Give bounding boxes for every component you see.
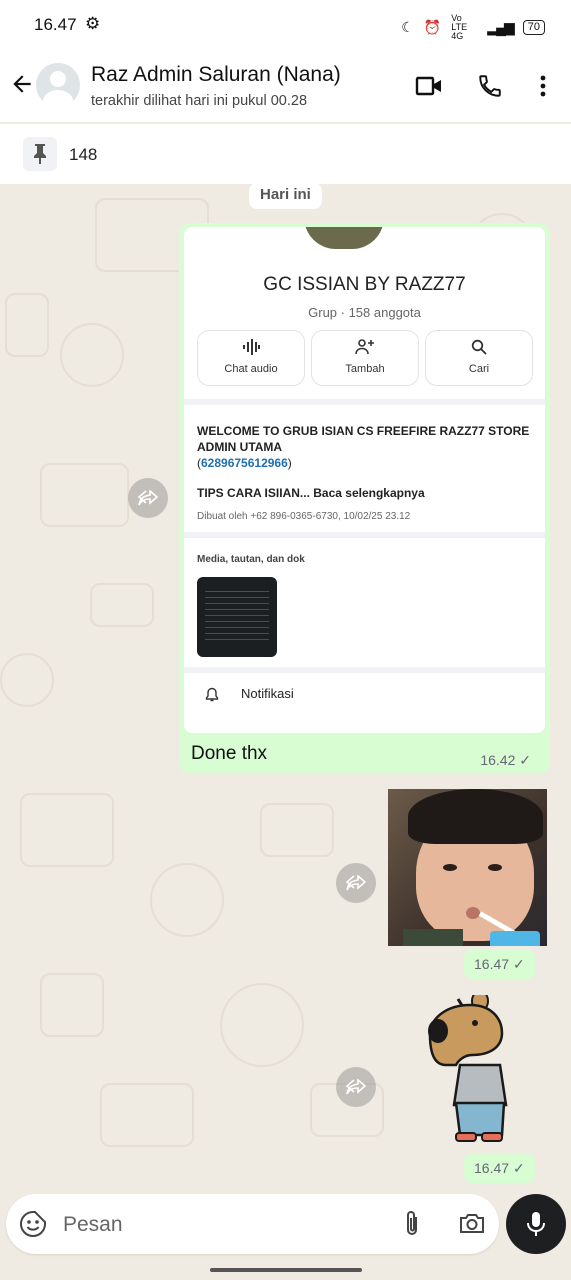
wallpaper-doodle [260,803,334,857]
message-time: 16.42 ✓ [480,752,531,769]
forward-icon[interactable] [336,1067,376,1107]
read-more-link[interactable]: Baca selengkapnya [313,486,424,500]
battery-indicator: 70 [522,20,545,35]
chat-messages-area[interactable]: Hari ini GC ISSIAN BY RAZZ77 Grup · 158 … [0,183,571,1203]
more-vert-icon[interactable] [527,70,559,102]
search-label: Cari [468,363,490,375]
message-time: 16.47 ✓ [464,949,535,979]
wallpaper-doodle [0,653,54,707]
add-member-label: Tambah [345,363,385,375]
message-time: 16.47 ✓ [464,1153,535,1183]
sent-check-icon: ✓ [512,956,525,972]
message-composer [6,1194,499,1254]
sticker-message[interactable] [420,990,520,1147]
add-member-button[interactable]: Tambah [311,330,419,386]
search-icon [426,339,532,359]
home-gesture-handle[interactable] [210,1268,362,1272]
tips-text: TIPS CARA ISIIAN... [197,486,310,500]
signal-icon: ▂▄▆ [487,19,514,35]
moon-icon: ☾ [401,19,414,35]
phone-icon[interactable] [474,70,506,102]
status-time: 16.47 [34,15,77,34]
alarm-icon: ⏰ [423,19,442,35]
divider [184,667,545,673]
created-by-text: Dibuat oleh +62 896-0365-6730, 10/02/25 … [197,511,411,522]
date-separator: Hari ini [249,183,322,209]
chat-title[interactable]: Raz Admin Saluran (Nana) [91,63,341,87]
pinned-messages-bar[interactable]: 148 [0,123,571,184]
wallpaper-doodle [40,973,104,1037]
back-arrow-icon[interactable] [6,68,38,100]
sent-check-icon: ✓ [519,752,531,768]
wallpaper-doodle [90,583,154,627]
search-button[interactable]: Cari [425,330,533,386]
mic-icon [527,1212,545,1236]
message-input[interactable] [61,1209,385,1241]
message-text: Done thx [191,743,268,764]
status-icons: ☾ ⏰ Vo LTE 4G ▂▄▆ 70 [401,14,545,41]
last-seen-status: terakhir dilihat hari ini pukul 00.28 [91,93,308,109]
group-member-count: Grup · 158 anggota [308,305,421,320]
gear-icon: ⚙ [85,14,101,33]
chat-audio-button[interactable]: Chat audio [197,330,305,386]
message-timestamp: 16.47 [474,956,510,972]
description-text: WELCOME TO GRUB ISIAN CS FREEFIRE RAZZ77… [197,424,530,454]
forward-icon[interactable] [128,478,168,518]
pinned-count: 148 [69,145,98,164]
bell-icon [204,687,220,703]
group-name: GC ISSIAN BY RAZZ77 [263,274,466,295]
message-timestamp: 16.42 [480,752,516,768]
attach-icon[interactable] [399,1209,425,1239]
avatar[interactable] [36,63,80,107]
status-bar: 16.47 ⚙ ☾ ⏰ Vo LTE 4G ▂▄▆ 70 [0,0,571,50]
chat-audio-label: Chat audio [224,363,278,375]
chat-header: Raz Admin Saluran (Nana) terakhir diliha… [0,50,571,122]
divider [184,399,545,405]
phone-number-link[interactable]: 6289675612966 [201,456,288,470]
forward-icon[interactable] [336,863,376,903]
video-call-icon[interactable] [413,70,445,102]
divider [184,532,545,538]
system-nav-bar [0,1262,571,1280]
sent-check-icon: ✓ [512,1160,525,1176]
group-photo [304,227,384,249]
add-person-icon [312,339,418,359]
image-message[interactable] [388,789,547,946]
wallpaper-doodle [5,293,49,357]
camera-icon[interactable] [458,1211,486,1237]
wallpaper-doodle [20,793,114,867]
pin-icon [23,137,57,171]
group-info-card[interactable]: GC ISSIAN BY RAZZ77 Grup · 158 anggota C… [184,227,545,733]
wallpaper-doodle [220,983,304,1067]
wallpaper-doodle [60,323,124,387]
message-timestamp: 16.47 [474,1160,510,1176]
group-description: WELCOME TO GRUB ISIAN CS FREEFIRE RAZZ77… [197,424,530,470]
wallpaper-doodle [40,463,129,527]
audio-wave-icon [198,339,304,359]
network-label: Vo LTE 4G [451,13,468,41]
wallpaper-doodle [100,1083,194,1147]
media-thumbnail[interactable] [197,577,277,657]
notification-label[interactable]: Notifikasi [241,686,294,701]
media-section-title[interactable]: Media, tautan, dan dok [197,554,305,565]
mic-button[interactable] [506,1194,566,1254]
emoji-sticker-icon[interactable] [19,1210,47,1238]
wallpaper-doodle [150,863,224,937]
description-tips: TIPS CARA ISIIAN... Baca selengkapnya [197,486,425,500]
